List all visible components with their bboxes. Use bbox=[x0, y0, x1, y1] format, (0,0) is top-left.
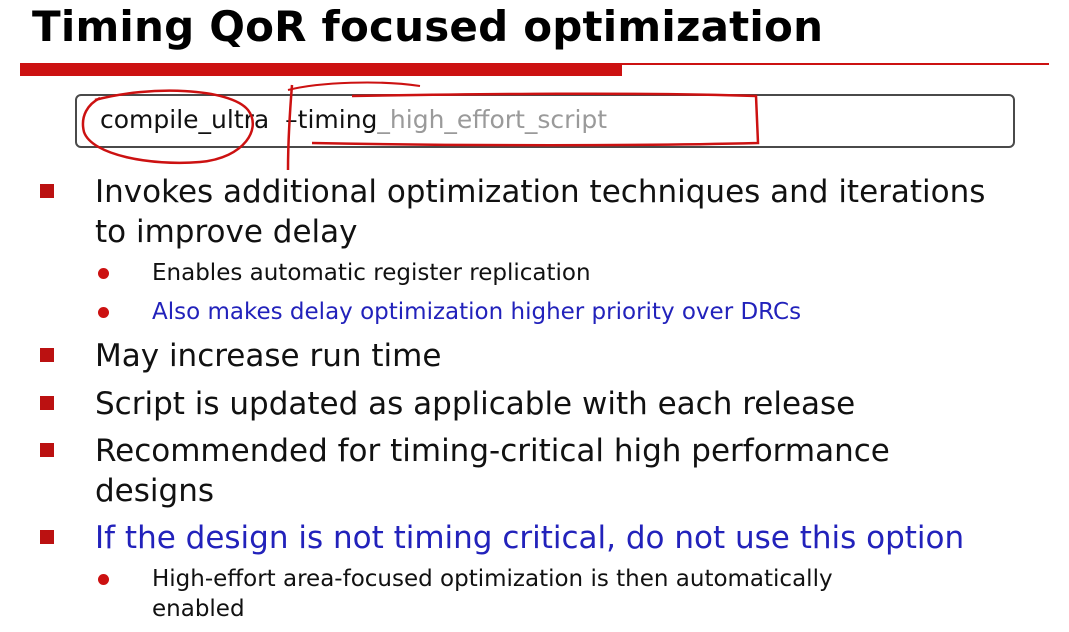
bullet-4-line-2: designs bbox=[95, 473, 214, 509]
dot-bullet-icon bbox=[98, 574, 109, 585]
square-bullet-icon bbox=[40, 443, 54, 457]
slide-title: Timing QoR focused optimization bbox=[32, 2, 824, 51]
bullet-1-line-1: Invokes additional optimization techniqu… bbox=[95, 174, 986, 210]
sub-bullet-3-text: High-effort area-focused optimization is… bbox=[152, 564, 833, 624]
square-bullet-icon bbox=[40, 348, 54, 362]
dot-bullet-icon bbox=[98, 307, 109, 318]
bullet-3-text: Script is updated as applicable with eac… bbox=[95, 386, 856, 422]
dot-bullet-icon bbox=[98, 268, 109, 279]
slide: Timing QoR focused optimization compile_… bbox=[0, 0, 1069, 632]
sub-bullet-1-text: Enables automatic register replication bbox=[152, 260, 591, 286]
command-flag-suffix: _high_effort_script bbox=[377, 105, 608, 134]
command-name: compile_ultra bbox=[100, 105, 270, 134]
bullet-1-line-2: to improve delay bbox=[95, 214, 358, 250]
square-bullet-icon bbox=[40, 530, 54, 544]
bullet-5-text: If the design is not timing critical, do… bbox=[95, 520, 965, 556]
sub-bullet-2-text: Also makes delay optimization higher pri… bbox=[152, 299, 802, 325]
command-flag: –timing bbox=[285, 105, 378, 134]
bullet-1-text: Invokes additional optimization techniqu… bbox=[95, 172, 985, 252]
square-bullet-icon bbox=[40, 184, 54, 198]
title-accent-bar bbox=[20, 63, 622, 76]
sub-bullet-3-line-1: High-effort area-focused optimization is… bbox=[152, 566, 833, 592]
sub-bullet-3-line-2: enabled bbox=[152, 596, 245, 622]
bullet-2-text: May increase run time bbox=[95, 338, 442, 374]
square-bullet-icon bbox=[40, 396, 54, 410]
bullet-4-line-1: Recommended for timing-critical high per… bbox=[95, 433, 890, 469]
annotation-top-stroke bbox=[287, 81, 421, 91]
bullet-4-text: Recommended for timing-critical high per… bbox=[95, 431, 890, 511]
command-text: compile_ultra –timing_high_effort_script bbox=[100, 105, 607, 134]
